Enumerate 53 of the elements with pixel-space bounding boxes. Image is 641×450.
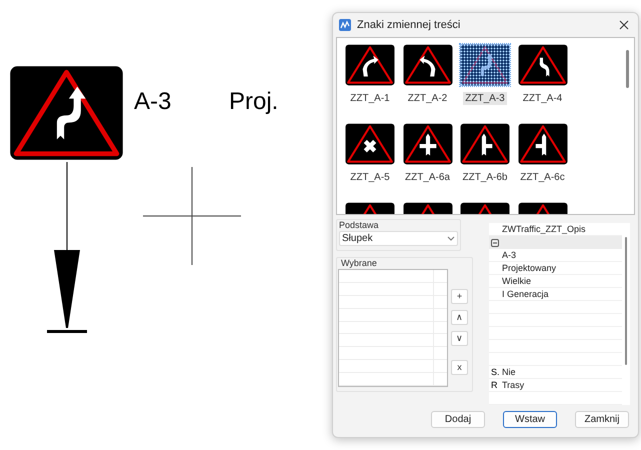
- collapse-icon[interactable]: [491, 238, 499, 246]
- sign-tile[interactable]: [402, 44, 452, 86]
- sign-code-label: A-3: [134, 88, 172, 116]
- property-value: Wielkie: [502, 274, 532, 288]
- scrollbar-thumb[interactable]: [626, 50, 628, 88]
- chevron-down-icon: [447, 236, 455, 241]
- status-label: Proj.: [229, 88, 278, 116]
- sign-label: ZZT_A-2: [406, 92, 448, 105]
- property-value: I Generacja: [502, 288, 549, 300]
- dialog-button[interactable]: Dodaj: [431, 411, 485, 428]
- sign-tile[interactable]: [460, 123, 510, 165]
- sign-label: ZZT_A-6c: [519, 171, 566, 184]
- sign-tile[interactable]: [402, 123, 452, 165]
- sign-tile[interactable]: [345, 44, 395, 86]
- property-value: ZWTraffic_ZZT_Opis: [502, 222, 586, 236]
- sign-tile[interactable]: [518, 44, 568, 86]
- list-action-button[interactable]: x: [451, 360, 468, 375]
- sign-tile[interactable]: [345, 123, 395, 165]
- property-value: Projektowany: [502, 262, 556, 274]
- property-value: Trasy: [502, 378, 524, 392]
- dialog-button[interactable]: Zamknij: [575, 411, 629, 428]
- scrollbar-thumb[interactable]: [625, 237, 627, 365]
- crosshair-icon: [143, 167, 241, 265]
- sign-label: ZZT_A-5: [349, 171, 391, 184]
- list-action-button[interactable]: ∧: [451, 310, 468, 325]
- sign-label: ZZT_A-6b: [461, 171, 508, 184]
- list-action-button[interactable]: +: [451, 289, 468, 304]
- warning-sign-icon: [345, 123, 395, 165]
- warning-sign-icon: [345, 44, 395, 86]
- warning-sign-icon: [460, 123, 510, 165]
- warning-sign-icon: [518, 123, 568, 165]
- list-action-button[interactable]: ∨: [451, 331, 468, 346]
- sign-label: ZZT_A-1: [349, 92, 391, 105]
- sign-label: ZZT_A-3: [463, 92, 507, 105]
- warning-sign-icon: [460, 44, 510, 86]
- base-dropdown[interactable]: Słupek: [339, 231, 458, 246]
- property-value: Nie: [502, 366, 516, 378]
- warning-sign-icon: [402, 44, 452, 86]
- warning-sign-icon: [402, 123, 452, 165]
- group-label: Wybrane: [340, 258, 378, 269]
- sign-label: ZZT_A-4: [522, 92, 564, 105]
- window-title: Znaki zmiennej treści: [357, 18, 462, 33]
- dialog-button[interactable]: Wstaw: [503, 411, 557, 428]
- property-key: S.: [489, 366, 500, 378]
- sign-label: ZZT_A-6a: [404, 171, 451, 184]
- sign-tile[interactable]: [518, 123, 568, 165]
- property-key: R: [489, 378, 498, 392]
- app-icon: [339, 19, 351, 31]
- close-icon: [619, 20, 629, 30]
- sign-tile[interactable]: [460, 44, 510, 86]
- group-label: Podstawa: [339, 220, 380, 231]
- property-value: A-3: [502, 248, 516, 262]
- warning-sign-icon: [518, 44, 568, 86]
